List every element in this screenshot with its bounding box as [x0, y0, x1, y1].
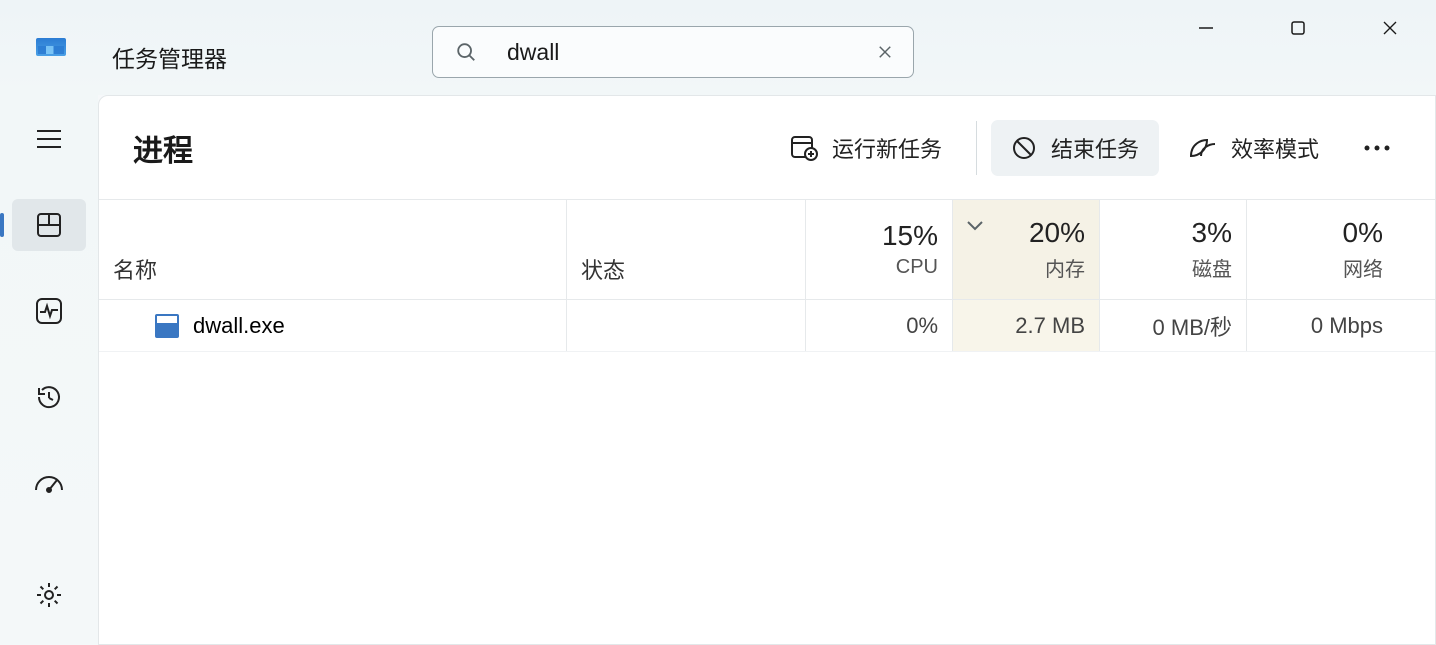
process-name: dwall.exe [193, 313, 285, 339]
efficiency-label: 效率模式 [1231, 132, 1319, 164]
sidebar-item-settings[interactable] [12, 569, 86, 621]
column-name[interactable]: 名称 [99, 200, 567, 299]
page-title: 进程 [133, 126, 193, 170]
column-status[interactable]: 状态 [567, 200, 806, 299]
window-controls [1160, 0, 1436, 55]
maximize-icon [1290, 20, 1306, 36]
close-button[interactable] [1344, 0, 1436, 55]
more-icon [1362, 144, 1392, 152]
app-title: 任务管理器 [112, 40, 227, 74]
efficiency-mode-button[interactable]: 效率模式 [1167, 120, 1339, 176]
close-icon [1381, 19, 1399, 37]
cell-status [567, 300, 806, 351]
gear-icon [34, 580, 64, 610]
table-row[interactable]: dwall.exe 0% 2.7 MB 0 MB/秒 0 Mbps [99, 300, 1435, 352]
main-panel: 进程 运行新任务 结束任务 效率模式 [98, 95, 1436, 645]
processes-icon [35, 211, 63, 239]
run-task-label: 运行新任务 [832, 132, 942, 164]
search-input[interactable] [507, 39, 865, 66]
sidebar-item-history[interactable] [12, 371, 86, 423]
history-icon [34, 382, 64, 412]
search-icon [455, 41, 477, 63]
minimize-icon [1198, 20, 1214, 36]
toolbar: 进程 运行新任务 结束任务 效率模式 [99, 96, 1435, 200]
maximize-button[interactable] [1252, 0, 1344, 55]
divider [976, 121, 977, 175]
run-task-icon [790, 135, 818, 161]
startup-icon [33, 470, 65, 496]
clear-search-button[interactable] [865, 32, 905, 72]
cell-memory: 2.7 MB [953, 300, 1100, 351]
performance-icon [34, 296, 64, 326]
column-network[interactable]: 0% 网络 [1247, 200, 1397, 299]
hamburger-icon [35, 128, 63, 150]
chevron-down-icon [965, 218, 985, 232]
sidebar-item-startup[interactable] [12, 457, 86, 509]
cell-cpu: 0% [806, 300, 953, 351]
close-icon [876, 43, 894, 61]
run-new-task-button[interactable]: 运行新任务 [770, 120, 962, 176]
column-cpu[interactable]: 15% CPU [806, 200, 953, 299]
cell-disk: 0 MB/秒 [1100, 300, 1247, 351]
sidebar-item-performance[interactable] [12, 285, 86, 337]
minimize-button[interactable] [1160, 0, 1252, 55]
cell-name: dwall.exe [99, 300, 567, 351]
end-task-icon [1011, 135, 1037, 161]
more-button[interactable] [1347, 124, 1407, 172]
titlebar: 任务管理器 [0, 0, 1436, 95]
process-icon [155, 314, 179, 338]
end-task-label: 结束任务 [1051, 132, 1139, 164]
sidebar [0, 95, 98, 645]
app-icon [36, 38, 66, 56]
end-task-button[interactable]: 结束任务 [991, 120, 1159, 176]
cell-network: 0 Mbps [1247, 300, 1397, 351]
sidebar-item-processes[interactable] [12, 199, 86, 251]
leaf-icon [1187, 136, 1217, 160]
column-memory[interactable]: 20% 内存 [953, 200, 1100, 299]
search-box[interactable] [432, 26, 914, 78]
hamburger-button[interactable] [12, 113, 86, 165]
column-disk[interactable]: 3% 磁盘 [1100, 200, 1247, 299]
column-headers: 名称 状态 15% CPU 20% 内存 3% 磁盘 0% 网络 [99, 200, 1435, 300]
